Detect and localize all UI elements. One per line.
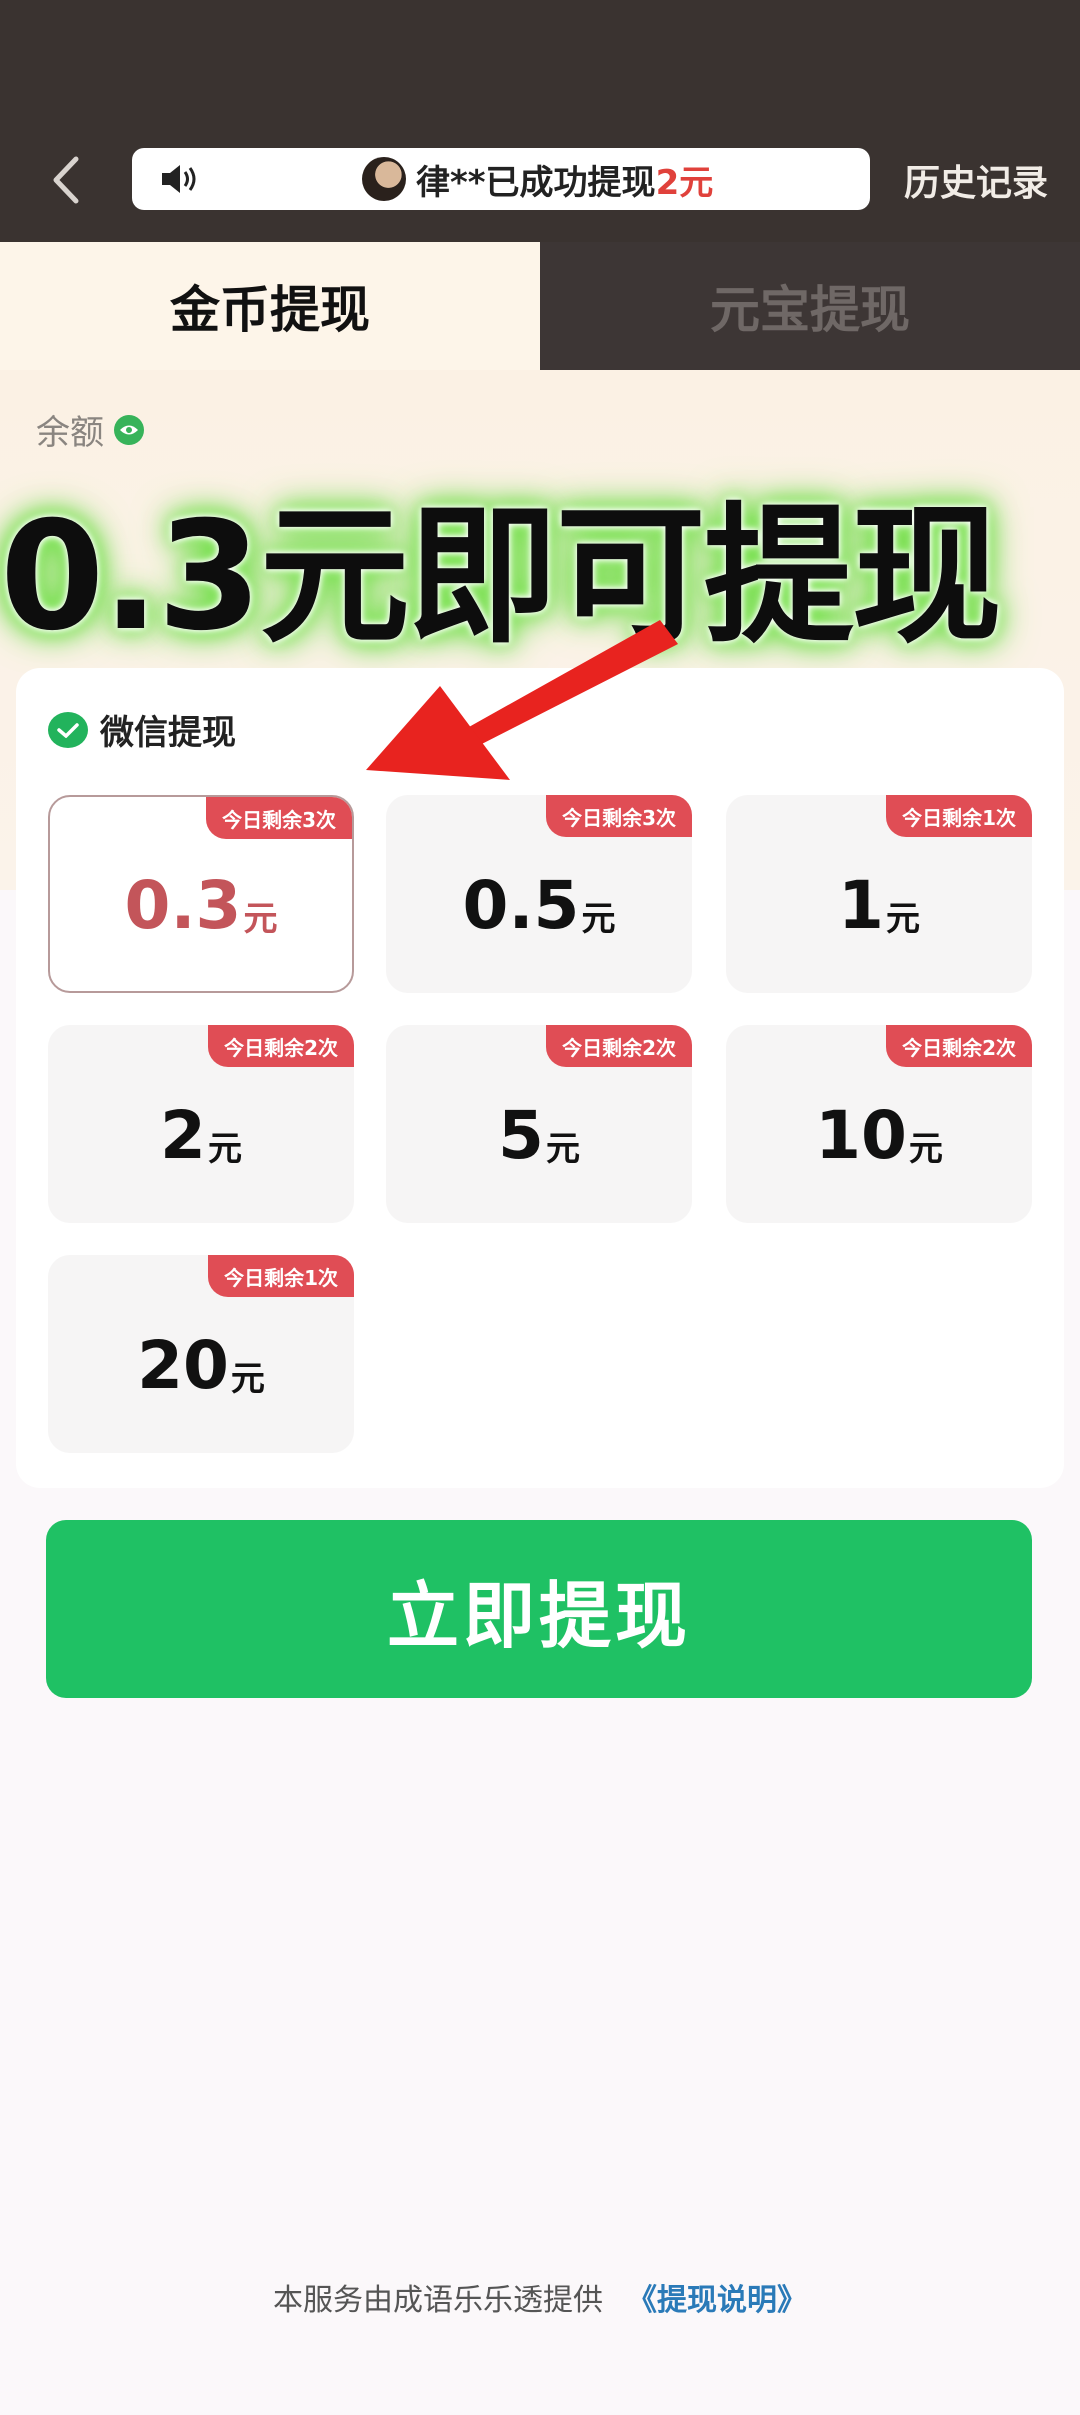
- amount-number: 0.3: [124, 866, 242, 944]
- red-arrow: [366, 620, 678, 780]
- amount-number: 2: [160, 1096, 206, 1174]
- back-button[interactable]: [40, 150, 90, 210]
- wechat-withdraw-label: 微信提现: [48, 705, 236, 754]
- amount-number: 20: [137, 1326, 229, 1404]
- amount-unit: 元: [545, 1128, 580, 1169]
- speaker-icon: [162, 165, 196, 193]
- amount-option[interactable]: 今日剩余1次 1元: [726, 795, 1032, 993]
- amount-number: 1: [838, 866, 884, 944]
- promo-headline: 0.3元即可提现: [0, 490, 1002, 664]
- withdraw-notice-bar: 律**已成功提现 2元: [132, 148, 870, 210]
- notice-amount: 2元: [655, 162, 714, 203]
- amount-unit: 元: [908, 1128, 943, 1169]
- footer-text: 本服务由成语乐乐透提供: [273, 2283, 603, 2318]
- history-button[interactable]: 历史记录: [904, 150, 1048, 210]
- avatar: [362, 157, 406, 201]
- footer: 本服务由成语乐乐透提供 《提现说明》: [0, 2275, 1080, 2319]
- withdraw-terms-link[interactable]: 《提现说明》: [627, 2283, 807, 2318]
- notice-user-text: 律**已成功提现: [416, 162, 656, 203]
- amount-value: 1元: [726, 795, 1032, 993]
- balance-label-text: 余额: [36, 413, 104, 453]
- amount-value: 20 元: [48, 1255, 354, 1453]
- amount-option[interactable]: 今日剩余3次 0.5 元: [386, 795, 692, 993]
- amount-unit: 元: [230, 1358, 265, 1399]
- amount-unit: 元: [207, 1128, 242, 1169]
- amount-unit: 元: [243, 898, 278, 939]
- amount-value: 0.5 元: [386, 795, 692, 993]
- tab-coin-withdraw[interactable]: 金币提现: [0, 242, 540, 370]
- eye-icon[interactable]: [114, 414, 144, 445]
- tab-bar: 金币提现 元宝提现: [0, 242, 1080, 370]
- amount-option[interactable]: 今日剩余2次 10 元: [726, 1025, 1032, 1223]
- chevron-left-icon: [53, 156, 79, 204]
- wechat-label-text: 微信提现: [100, 713, 236, 753]
- wechat-icon: [48, 711, 88, 748]
- amount-option[interactable]: 今日剩余2次 5元: [386, 1025, 692, 1223]
- balance-label: 余额: [36, 405, 144, 454]
- amount-option[interactable]: 今日剩余1次 20 元: [48, 1255, 354, 1453]
- amount-value: 2元: [48, 1025, 354, 1223]
- amount-unit: 元: [885, 898, 920, 939]
- amount-option[interactable]: 今日剩余3次 0.3 元: [48, 795, 354, 993]
- amount-option[interactable]: 今日剩余2次 2元: [48, 1025, 354, 1223]
- amount-number: 5: [498, 1096, 544, 1174]
- tab-ingot-withdraw[interactable]: 元宝提现: [540, 242, 1080, 370]
- amount-value: 5元: [386, 1025, 692, 1223]
- amount-number: 0.5: [462, 866, 580, 944]
- amount-value: 0.3 元: [50, 797, 352, 991]
- amount-unit: 元: [581, 898, 616, 939]
- amount-value: 10 元: [726, 1025, 1032, 1223]
- notice-text: 律**已成功提现 2元: [362, 148, 713, 210]
- amount-number: 10: [815, 1096, 907, 1174]
- withdraw-now-button[interactable]: 立即提现: [46, 1520, 1032, 1698]
